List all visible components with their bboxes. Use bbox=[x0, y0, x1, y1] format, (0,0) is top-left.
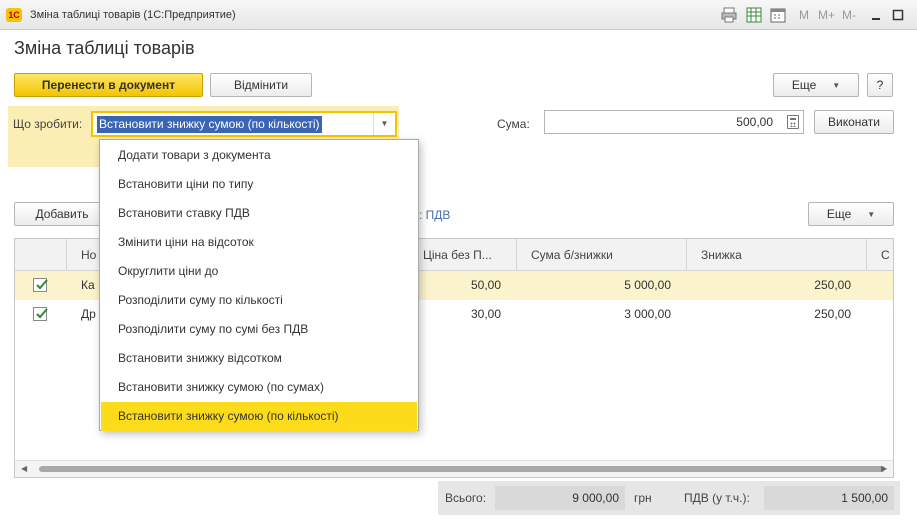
row-checkbox[interactable] bbox=[33, 307, 48, 321]
row-price: 50,00 bbox=[470, 278, 501, 292]
row-sum: 5 000,00 bbox=[624, 278, 671, 292]
execute-button[interactable]: Виконати bbox=[814, 110, 894, 134]
dropdown-item-active[interactable]: Встановити знижку сумою (по кількості) bbox=[101, 402, 417, 431]
dropdown-item[interactable]: Змінити ціни на відсоток bbox=[101, 228, 417, 257]
more-menu-button[interactable]: Еще ▼ bbox=[773, 73, 859, 97]
spreadsheet-icon[interactable] bbox=[746, 7, 762, 23]
total-label: Всього: bbox=[445, 491, 487, 505]
total-value: 9 000,00 bbox=[495, 486, 625, 510]
table-more-button[interactable]: Еще ▼ bbox=[808, 202, 894, 226]
add-row-button[interactable]: Добавить bbox=[14, 202, 110, 226]
action-select[interactable]: Встановити знижку сумою (по кількості) ▼ bbox=[91, 111, 397, 137]
window-titlebar: 1С Зміна таблиці товарів (1С:Предприятие… bbox=[0, 0, 917, 30]
totals-bar: Всього: 9 000,00 грн ПДВ (у т.ч.): 1 500… bbox=[438, 481, 900, 515]
column-header-discount[interactable]: Знижка bbox=[687, 239, 867, 271]
memory-m-button[interactable]: M bbox=[799, 8, 809, 22]
transfer-to-document-button[interactable]: Перенести в документ bbox=[14, 73, 203, 97]
row-discount: 250,00 bbox=[814, 278, 851, 292]
calendar-icon[interactable] bbox=[770, 7, 786, 23]
minimize-icon[interactable] bbox=[868, 7, 884, 23]
help-button[interactable]: ? bbox=[867, 73, 893, 97]
table-more-label: Еще bbox=[826, 207, 852, 221]
column-header-sum[interactable]: Сума б/знижки bbox=[517, 239, 687, 271]
app-logo-icon: 1С bbox=[6, 8, 22, 22]
dropdown-item[interactable]: Встановити знижку сумою (по сумах) bbox=[101, 373, 417, 402]
scroll-right-icon[interactable]: ▶ bbox=[881, 464, 887, 473]
currency-label: грн bbox=[634, 491, 652, 505]
vat-total-value: 1 500,00 bbox=[764, 486, 894, 510]
chevron-down-icon[interactable]: ▼ bbox=[373, 113, 395, 135]
dropdown-item[interactable]: Розподілити суму по сумі без ПДВ bbox=[101, 315, 417, 344]
what-to-do-label: Що зробити: bbox=[13, 117, 83, 131]
action-select-value: Встановити знижку сумою (по кількості) bbox=[97, 116, 322, 133]
more-menu-label: Еще bbox=[791, 78, 817, 92]
horizontal-scrollbar[interactable]: ◀ ▶ bbox=[15, 460, 893, 477]
column-header-check[interactable] bbox=[15, 239, 67, 271]
dropdown-item[interactable]: Встановити ставку ПДВ bbox=[101, 199, 417, 228]
cancel-button[interactable]: Відмінити bbox=[210, 73, 312, 97]
scrollbar-thumb[interactable] bbox=[39, 466, 885, 472]
memory-minus-button[interactable]: M- bbox=[842, 8, 856, 22]
chevron-down-icon: ▼ bbox=[832, 80, 841, 90]
row-checkbox[interactable] bbox=[33, 278, 48, 292]
print-icon[interactable] bbox=[721, 7, 737, 23]
row-sum: 3 000,00 bbox=[624, 307, 671, 321]
dropdown-item[interactable]: Встановити знижку відсотком bbox=[101, 344, 417, 373]
dropdown-item[interactable]: Округлити ціни до bbox=[101, 257, 417, 286]
scroll-left-icon[interactable]: ◀ bbox=[21, 464, 27, 473]
dropdown-item[interactable]: Встановити ціни по типу bbox=[101, 170, 417, 199]
memory-plus-button[interactable]: M+ bbox=[818, 8, 835, 22]
row-discount: 250,00 bbox=[814, 307, 851, 321]
amount-input[interactable]: 500,00 bbox=[544, 110, 804, 134]
action-dropdown-list: Додати товари з документа Встановити цін… bbox=[99, 139, 419, 431]
page-title: Зміна таблиці товарів bbox=[14, 38, 195, 58]
row-price: 30,00 bbox=[470, 307, 501, 321]
column-header-price[interactable]: Ціна без П... bbox=[417, 239, 517, 271]
amount-label: Сума: bbox=[497, 117, 530, 131]
dropdown-item[interactable]: Додати товари з документа bbox=[101, 141, 417, 170]
dropdown-item[interactable]: Розподілити суму по кількості bbox=[101, 286, 417, 315]
chevron-down-icon: ▼ bbox=[867, 209, 876, 219]
amount-value: 500,00 bbox=[736, 115, 773, 129]
calculator-icon[interactable] bbox=[787, 115, 799, 129]
vat-total-label: ПДВ (у т.ч.): bbox=[684, 491, 750, 505]
vat-link[interactable]: : ПДВ bbox=[419, 208, 450, 222]
window-title: Зміна таблиці товарів (1С:Предприятие) bbox=[30, 9, 236, 21]
column-header-more[interactable]: С bbox=[867, 239, 893, 271]
maximize-icon[interactable] bbox=[890, 7, 906, 23]
